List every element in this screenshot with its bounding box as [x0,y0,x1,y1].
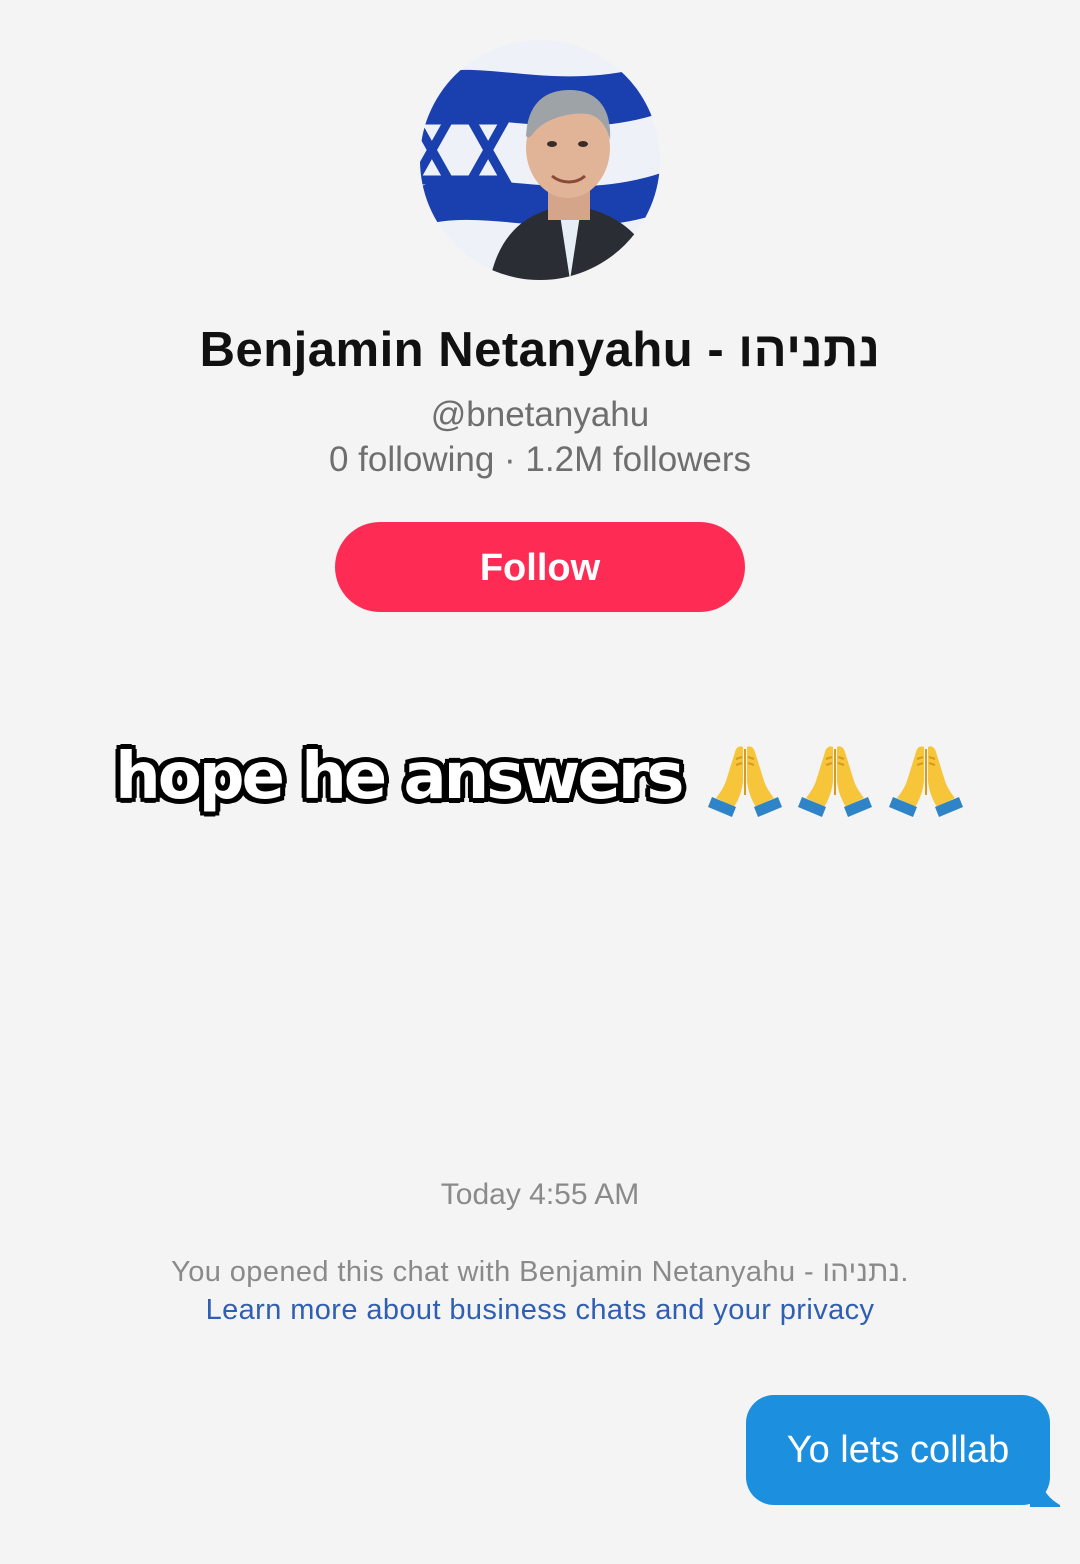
follow-button[interactable]: Follow [335,522,745,612]
profile-handle: @bnetanyahu [430,395,650,434]
chat-notice: You opened this chat with Benjamin Netan… [171,1256,909,1288]
folded-hands-icon [796,735,874,819]
chat-timestamp: Today 4:55 AM [440,1178,640,1211]
message-bubble[interactable]: Yo lets collab [746,1395,1060,1507]
privacy-link[interactable]: Learn more about business chats and your… [0,1294,1080,1327]
avatar[interactable] [420,40,660,280]
profile-name: Benjamin Netanyahu - נתניהו [199,323,881,377]
message-text: Yo lets collab [786,1429,1010,1471]
folded-hands-icon [706,735,784,819]
profile-stats: 0 following · 1.2M followers [328,440,752,479]
video-caption-overlay: hope he answers [0,735,1080,819]
profile-photo [420,40,660,280]
caption-text: hope he answers [115,740,684,814]
folded-hands-icon [887,735,965,819]
